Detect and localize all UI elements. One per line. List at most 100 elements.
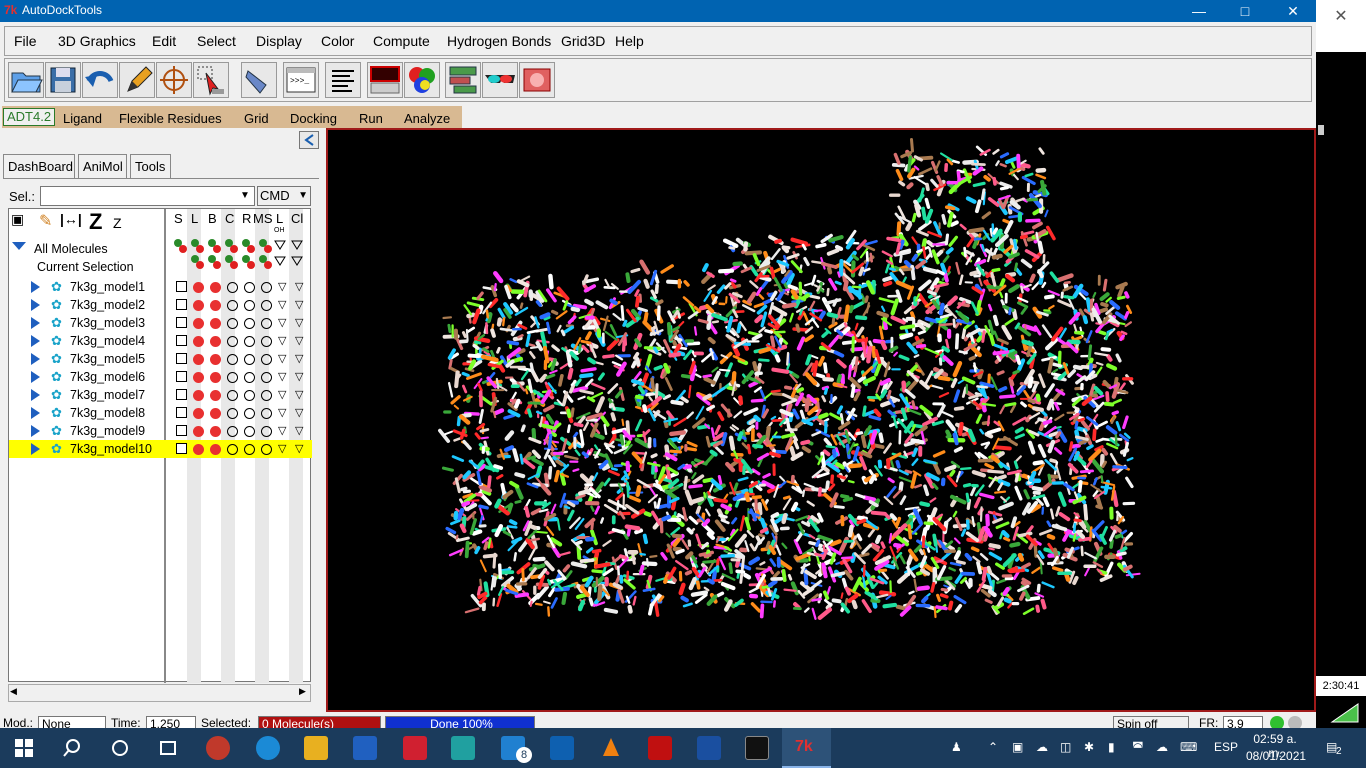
3d-viewer[interactable]: [326, 128, 1316, 712]
distance-tool-icon[interactable]: |↔|: [60, 211, 82, 227]
ribbon-toggle[interactable]: [244, 372, 255, 383]
bonds-toggle[interactable]: [210, 444, 221, 455]
powershell-icon[interactable]: [697, 736, 721, 760]
close-button[interactable]: ✕: [1270, 0, 1316, 22]
table-row[interactable]: ✿ 7k3g_model6 ▽ ▽: [9, 368, 312, 386]
select-tool-icon[interactable]: ▣: [11, 211, 24, 228]
cpk-toggle[interactable]: [227, 318, 238, 329]
menu-file[interactable]: File: [14, 33, 37, 49]
menu-hydrogen-bonds[interactable]: Hydrogen Bonds: [447, 33, 551, 49]
expand-all-icon[interactable]: [12, 242, 26, 250]
lines-toggle[interactable]: [193, 318, 204, 329]
ribbon-toggle[interactable]: [244, 318, 255, 329]
molecule-name[interactable]: 7k3g_model4: [70, 334, 145, 348]
expand-molecule-icon[interactable]: [31, 299, 40, 311]
msms-toggle[interactable]: [261, 300, 272, 311]
tab-animol[interactable]: AniMol: [78, 154, 127, 178]
lines-toggle[interactable]: [193, 444, 204, 455]
color-dropdown-icon[interactable]: ▽: [295, 406, 303, 419]
lines-toggle[interactable]: [193, 390, 204, 401]
store-icon[interactable]: [353, 736, 377, 760]
table-row[interactable]: ✿ 7k3g_model3 ▽ ▽: [9, 314, 312, 332]
ribbon-toggle[interactable]: [244, 300, 255, 311]
color-dropdown-icon[interactable]: ▽: [295, 442, 303, 455]
tab-ligand[interactable]: Ligand: [63, 111, 102, 126]
cpk-toggle[interactable]: [227, 300, 238, 311]
expand-molecule-icon[interactable]: [31, 371, 40, 383]
expand-molecule-icon[interactable]: [31, 335, 40, 347]
ribbon-toggle[interactable]: [244, 426, 255, 437]
bonds-toggle[interactable]: [210, 336, 221, 347]
ribbon-toggle[interactable]: [244, 282, 255, 293]
msms-toggle[interactable]: [261, 372, 272, 383]
label-dropdown-icon[interactable]: ▽: [278, 334, 286, 347]
msms-toggle[interactable]: [261, 444, 272, 455]
acrobat-icon[interactable]: [648, 736, 672, 760]
tab-analyze[interactable]: Analyze: [404, 111, 450, 126]
menu-3d-graphics[interactable]: 3D Graphics: [58, 33, 136, 49]
cpk-toggle[interactable]: [227, 282, 238, 293]
label-dropdown-icon[interactable]: ▽: [278, 442, 286, 455]
side-close-icon[interactable]: ✕: [1316, 0, 1366, 52]
search-icon[interactable]: [60, 736, 84, 760]
bonds-toggle[interactable]: [210, 300, 221, 311]
ribbon-toggle[interactable]: [244, 390, 255, 401]
select-checkbox[interactable]: [176, 443, 187, 454]
zoom-z-icon[interactable]: Z: [89, 209, 102, 235]
molecule-name[interactable]: 7k3g_model6: [70, 370, 145, 384]
bonds-toggle[interactable]: [210, 372, 221, 383]
molecule-name[interactable]: 7k3g_model5: [70, 352, 145, 366]
horizontal-scrollbar[interactable]: ◀ ▶: [8, 684, 311, 702]
crosshair-icon[interactable]: [156, 62, 192, 98]
label-dropdown-icon[interactable]: ▽: [278, 424, 286, 437]
select-checkbox[interactable]: [176, 353, 187, 364]
color-dropdown-icon[interactable]: ▽: [295, 388, 303, 401]
select-checkbox[interactable]: [176, 425, 187, 436]
tab-adt4-2[interactable]: ADT4.2: [3, 108, 56, 126]
color-dropdown-icon[interactable]: ▽: [295, 352, 303, 365]
select-checkbox[interactable]: [176, 389, 187, 400]
label-dropdown-icon[interactable]: ▽: [278, 298, 286, 311]
msms-toggle[interactable]: [261, 336, 272, 347]
bird-app-icon[interactable]: [451, 736, 475, 760]
file-explorer-icon[interactable]: [304, 736, 328, 760]
pencil-tool-icon[interactable]: ✎: [39, 211, 52, 231]
cpk-toggle[interactable]: [227, 354, 238, 365]
tab-dashboard[interactable]: DashBoard: [3, 154, 75, 178]
render-icon[interactable]: [519, 62, 555, 98]
people-icon[interactable]: ♟: [951, 740, 962, 754]
bonds-toggle[interactable]: [210, 390, 221, 401]
ribbon-toggle[interactable]: [244, 444, 255, 455]
chrome-icon[interactable]: [206, 736, 230, 760]
table-row[interactable]: ✿ 7k3g_model2 ▽ ▽: [9, 296, 312, 314]
language-indicator[interactable]: ESP: [1214, 740, 1238, 754]
molecule-name[interactable]: 7k3g_model8: [70, 406, 145, 420]
lines-toggle[interactable]: [193, 408, 204, 419]
menu-select[interactable]: Select: [197, 33, 236, 49]
autodock-taskbar-button[interactable]: 7k: [782, 728, 831, 768]
scroll-left-icon[interactable]: ◀: [10, 686, 17, 697]
cpk-toggle[interactable]: [227, 408, 238, 419]
msms-toggle[interactable]: [261, 318, 272, 329]
select-checkbox[interactable]: [176, 407, 187, 418]
msms-toggle[interactable]: [261, 426, 272, 437]
label-dropdown-icon[interactable]: ▽: [278, 406, 286, 419]
menu-grid3d[interactable]: Grid3D: [561, 33, 605, 49]
select-checkbox[interactable]: [176, 335, 187, 346]
python-shell-icon[interactable]: >>>_: [283, 62, 319, 98]
lines-toggle[interactable]: [193, 426, 204, 437]
expand-molecule-icon[interactable]: [31, 281, 40, 293]
ribbon-toggle[interactable]: [244, 354, 255, 365]
selection-dropdown-icon[interactable]: ▼: [236, 187, 254, 205]
gift-app-icon[interactable]: [403, 736, 427, 760]
menu-help[interactable]: Help: [615, 33, 644, 49]
open-folder-icon[interactable]: [8, 62, 44, 98]
expand-molecule-icon[interactable]: [31, 407, 40, 419]
table-row[interactable]: ✿ 7k3g_model1 ▽ ▽: [9, 278, 312, 296]
menu-display[interactable]: Display: [256, 33, 302, 49]
cmd-select[interactable]: CMD ▼: [257, 186, 311, 206]
molecule-name[interactable]: 7k3g_model7: [70, 388, 145, 402]
collapse-panel-icon[interactable]: [299, 131, 319, 149]
keyboard-icon[interactable]: ⌨: [1180, 740, 1197, 754]
molecule-name[interactable]: 7k3g_model10: [70, 442, 152, 456]
